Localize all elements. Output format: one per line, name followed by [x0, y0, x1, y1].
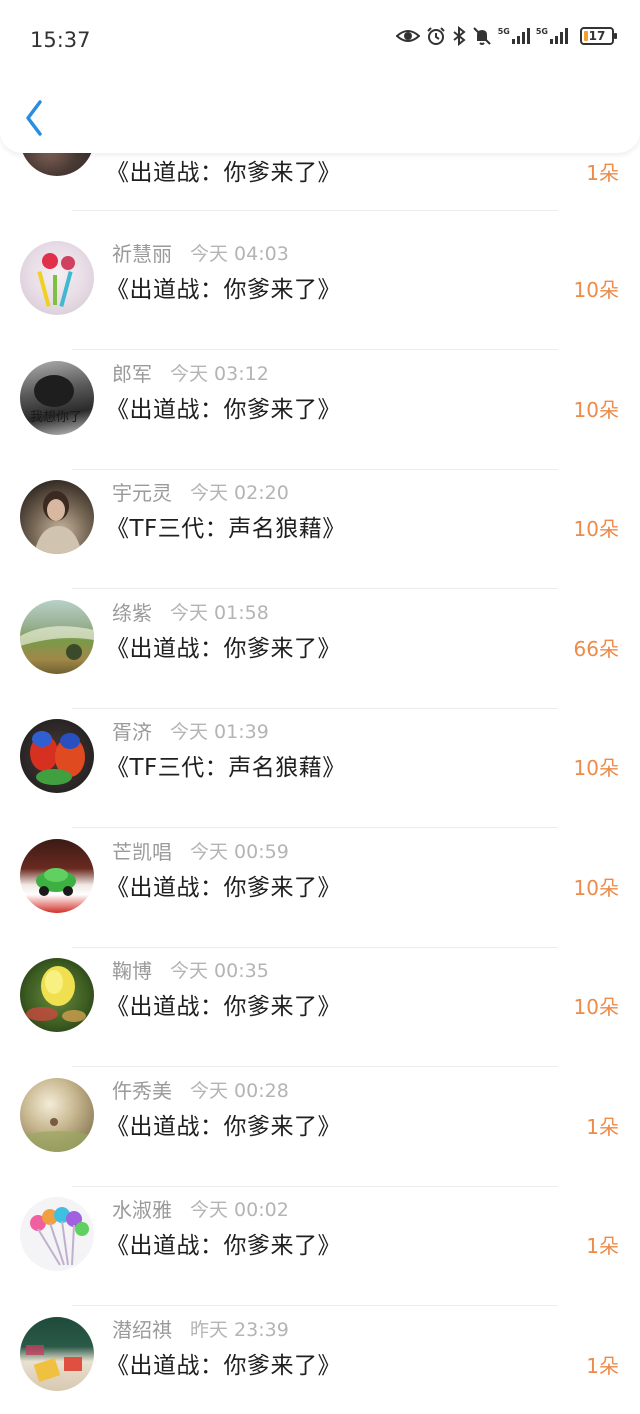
avatar[interactable]: 我想你了 — [20, 361, 94, 435]
status-time: 15:37 — [30, 28, 91, 52]
sender-name: 胥济 — [112, 719, 152, 744]
send-time: 今天 00:02 — [190, 1198, 289, 1221]
sender-name: 鞠博 — [112, 958, 152, 983]
network-type-label: 5G — [535, 27, 548, 36]
flower-count: 10朵 — [573, 278, 619, 302]
avatar-picture — [34, 491, 82, 554]
send-time: 昨天 23:39 — [190, 1318, 289, 1341]
sender-meta: 仵秀美 今天 00:28 — [112, 1075, 289, 1103]
avatar-picture — [30, 731, 85, 785]
avatar-picture — [26, 966, 86, 1022]
sender-name: 芒凯唱 — [112, 839, 172, 864]
flower-count: 10朵 — [573, 756, 619, 780]
send-time: 今天 01:39 — [170, 720, 269, 743]
send-time: 今天 02:20 — [190, 481, 289, 504]
avatar[interactable] — [20, 958, 94, 1032]
avatar[interactable] — [20, 839, 94, 913]
list-item[interactable]: 胥济 今天 01:39 《TF三代：声名狼藉》 10朵 — [0, 708, 640, 828]
avatar-picture — [20, 626, 94, 660]
sender-name: 仵秀美 — [112, 1078, 172, 1103]
signal-icon: 5G — [536, 28, 568, 44]
sender-meta: 水淑雅 今天 00:02 — [112, 1194, 289, 1222]
back-arrow-icon[interactable] — [20, 96, 50, 140]
list-item[interactable]: 水淑雅 今天 00:02 《出道战：你爹来了》 1朵 — [0, 1186, 640, 1306]
eye-icon — [395, 30, 420, 42]
battery-icon: 17 — [580, 27, 617, 45]
sender-meta: 绦紫 今天 01:58 — [112, 597, 269, 625]
list-item[interactable]: 仵秀美 今天 00:28 《出道战：你爹来了》 1朵 — [0, 1067, 640, 1187]
avatar-picture: 我想你了 — [30, 375, 82, 425]
sender-name: 绦紫 — [112, 600, 152, 625]
flower-count: 1朵 — [586, 1234, 619, 1258]
signal-icon: 5G — [498, 28, 530, 44]
list-item[interactable]: 鞠博 今天 00:35 《出道战：你爹来了》 10朵 — [0, 947, 640, 1067]
avatar[interactable] — [20, 241, 94, 315]
book-title: 《出道战：你爹来了》 — [106, 994, 341, 1020]
network-type-label: 5G — [497, 27, 510, 36]
avatar-picture — [26, 1345, 82, 1382]
divider — [72, 210, 558, 211]
sender-meta: 郎军 今天 03:12 — [112, 358, 269, 386]
avatar[interactable] — [20, 1197, 94, 1271]
send-time: 今天 00:35 — [170, 959, 269, 982]
sender-meta: 宇元灵 今天 02:20 — [112, 477, 289, 505]
book-title: 《出道战：你爹来了》 — [106, 636, 341, 662]
alarm-icon — [427, 27, 445, 45]
sender-meta: 芒凯唱 今天 00:59 — [112, 836, 289, 864]
sender-name: 郎军 — [112, 361, 152, 386]
flower-count: 10朵 — [573, 995, 619, 1019]
flower-count: 10朵 — [573, 398, 619, 422]
flower-count: 1朵 — [586, 161, 619, 185]
avatar-picture — [30, 1207, 89, 1266]
avatar[interactable] — [20, 1317, 94, 1391]
sender-name: 潜绍祺 — [112, 1317, 172, 1342]
list-item[interactable]: 我想你了 郎军 今天 03:12 《出道战：你爹来了》 10朵 — [0, 350, 640, 470]
header-bar: 15:37 5G 5G 17 — [0, 0, 640, 153]
sender-name: 祈慧丽 — [112, 241, 172, 266]
bluetooth-icon — [453, 26, 466, 46]
book-title: 《出道战：你爹来了》 — [106, 1353, 341, 1379]
sender-meta: 祈慧丽 今天 04:03 — [112, 238, 289, 266]
avatar[interactable] — [20, 719, 94, 793]
avatar-picture — [20, 1118, 94, 1152]
sender-name: 宇元灵 — [112, 480, 172, 505]
list-item[interactable]: 潜绍祺 昨天 23:39 《出道战：你爹来了》 1朵 — [0, 1306, 640, 1414]
list-item[interactable]: 绦紫 今天 01:58 《出道战：你爹来了》 66朵 — [0, 589, 640, 709]
avatar[interactable] — [20, 600, 94, 674]
list-item[interactable]: 祈慧丽 今天 04:03 《出道战：你爹来了》 10朵 — [0, 230, 640, 350]
sender-meta: 潜绍祺 昨天 23:39 — [112, 1314, 289, 1342]
book-title: 《出道战：你爹来了》 — [106, 397, 341, 423]
flower-count: 1朵 — [586, 1354, 619, 1378]
avatar-picture — [36, 868, 76, 896]
send-time: 今天 03:12 — [170, 362, 269, 385]
flower-count: 10朵 — [573, 876, 619, 900]
book-title: 《TF三代：声名狼藉》 — [106, 516, 346, 542]
send-time: 今天 04:03 — [190, 242, 289, 265]
sender-name: 水淑雅 — [112, 1197, 172, 1222]
avatar-picture — [37, 253, 75, 307]
sender-meta: 鞠博 今天 00:35 — [112, 955, 269, 983]
send-time: 今天 01:58 — [170, 601, 269, 624]
avatar[interactable] — [20, 1078, 94, 1152]
svg-text:我想你了: 我想你了 — [30, 409, 82, 425]
flower-count: 10朵 — [573, 517, 619, 541]
gift-list: 《出道战：你爹来了》 1朵 祈慧丽 今天 04:03 《出道战：你爹来了》 10… — [0, 0, 640, 1414]
sender-meta: 胥济 今天 01:39 — [112, 716, 269, 744]
send-time: 今天 00:28 — [190, 1079, 289, 1102]
flower-count: 66朵 — [573, 637, 619, 661]
book-title: 《出道战：你爹来了》 — [106, 1233, 341, 1259]
mute-bell-icon — [473, 27, 491, 45]
status-icons: 5G 5G 17 — [395, 26, 617, 46]
book-title: 《TF三代：声名狼藉》 — [106, 755, 346, 781]
list-item[interactable]: 宇元灵 今天 02:20 《TF三代：声名狼藉》 10朵 — [0, 469, 640, 589]
flower-count: 1朵 — [586, 1115, 619, 1139]
book-title: 《出道战：你爹来了》 — [106, 1114, 341, 1140]
book-title: 《出道战：你爹来了》 — [106, 875, 341, 901]
list-item[interactable]: 芒凯唱 今天 00:59 《出道战：你爹来了》 10朵 — [0, 828, 640, 948]
battery-level: 17 — [588, 29, 606, 43]
avatar[interactable] — [20, 480, 94, 554]
book-title: 《出道战：你爹来了》 — [106, 277, 341, 303]
send-time: 今天 00:59 — [190, 840, 289, 863]
book-title: 《出道战：你爹来了》 — [106, 160, 341, 186]
